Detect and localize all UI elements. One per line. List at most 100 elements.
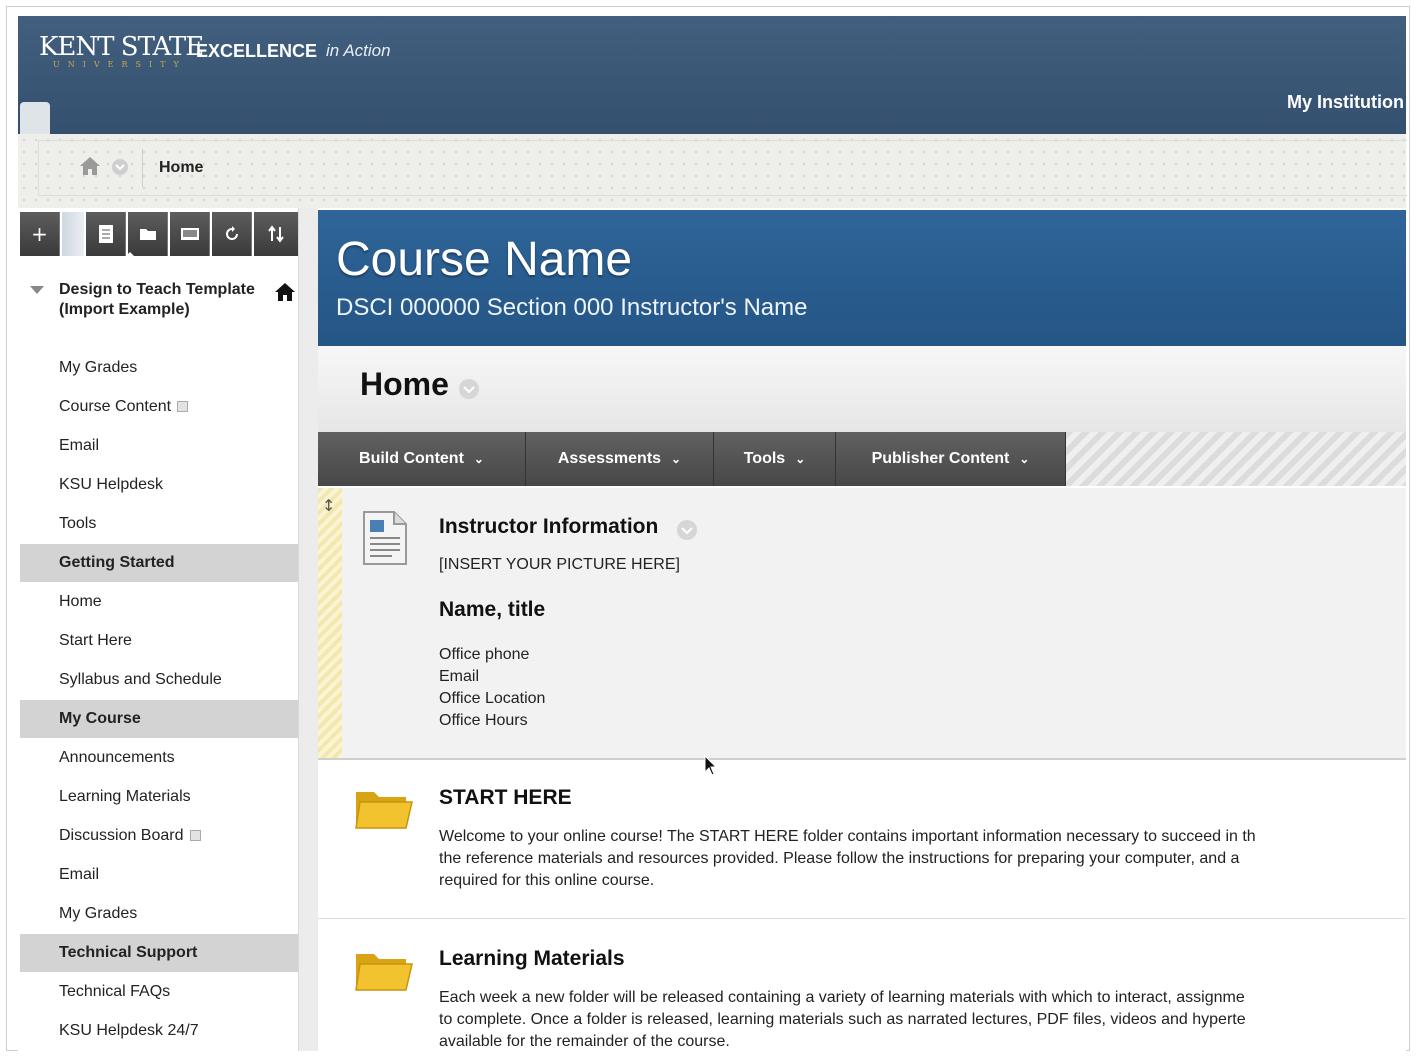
start-here-description: the reference materials and resources pr… [439, 850, 1240, 867]
window-icon [180, 228, 199, 240]
page-header: Home [318, 346, 1406, 432]
menu-item-my-grades-2[interactable]: My Grades [20, 895, 298, 933]
home-icon[interactable] [274, 282, 296, 302]
menu-item-learning-materials[interactable]: Learning Materials [20, 778, 298, 816]
menu-item-email[interactable]: Email [20, 427, 298, 465]
menu-item-label: Course Content [59, 398, 172, 415]
mouse-cursor-icon [704, 755, 718, 776]
sidebar-resize-bar[interactable] [298, 208, 319, 1051]
office-location-text: Office Location [439, 690, 546, 707]
menu-item-discussion-board[interactable]: Discussion Board [20, 817, 298, 855]
course-name: Course Name [336, 233, 633, 286]
list-view-button[interactable] [86, 212, 126, 256]
header-tab-handle[interactable] [20, 102, 50, 134]
action-label: Build Content [359, 450, 464, 467]
drag-handle-stripe[interactable] [318, 488, 342, 758]
office-phone-text: Office phone [439, 646, 530, 663]
action-label: Publisher Content [871, 450, 1010, 467]
menu-item-my-grades[interactable]: My Grades [20, 349, 298, 387]
instructor-name-title: Name, title [439, 598, 546, 621]
build-content-button[interactable]: Build Content ⌄ [318, 432, 526, 486]
folder-icon [355, 792, 413, 829]
add-menu-item-button[interactable]: + [20, 212, 60, 256]
breadcrumb: Home [38, 140, 1407, 196]
window-view-button[interactable] [170, 212, 210, 256]
chevron-down-icon: ⌄ [1019, 452, 1030, 466]
chevron-down-icon[interactable] [676, 519, 698, 541]
chevron-down-icon[interactable] [111, 158, 129, 176]
content-page-icon [177, 401, 189, 412]
action-bar-buttons: Build Content ⌄ Assessments ⌄ Tools ⌄ Publi… [318, 432, 1066, 486]
menu-header-technical-support: Technical Support [20, 934, 298, 972]
tools-button[interactable]: Tools ⌄ [714, 432, 836, 486]
menu-item-start-here[interactable]: Start Here [20, 622, 298, 660]
external-link-icon [189, 830, 201, 841]
breadcrumb-home[interactable]: Home [159, 159, 203, 177]
item-divider [318, 918, 1406, 919]
sort-arrows-icon [268, 225, 284, 243]
picture-placeholder-text: [INSERT YOUR PICTURE HERE] [439, 556, 680, 573]
menu-header-getting-started: Getting Started [20, 544, 298, 582]
breadcrumb-divider [142, 149, 143, 187]
menu-item-home[interactable]: Home [20, 583, 298, 621]
drag-handle-icon[interactable]: ↕ [322, 496, 335, 515]
menu-item-tools[interactable]: Tools [20, 505, 298, 543]
start-here-description: required for this online course. [439, 872, 655, 889]
publisher-content-button[interactable]: Publisher Content ⌄ [836, 432, 1066, 486]
course-menu-toolbar: + [20, 212, 298, 260]
office-hours-text: Office Hours [439, 712, 528, 729]
toolbar-spacer [62, 212, 84, 256]
learning-materials-description: to complete. Once a folder is released, … [439, 1011, 1246, 1028]
start-here-description: Welcome to your online course! The START… [439, 828, 1256, 845]
folder-view-button[interactable] [128, 212, 168, 256]
my-institution-tab[interactable]: My Institution [1287, 92, 1404, 113]
menu-header-my-course: My Course [20, 700, 298, 738]
list-view-icon [98, 225, 113, 243]
site-header: KENT STATE UNIVERSITY EXCELLENCE in Acti… [18, 16, 1406, 134]
tagline-excellence: EXCELLENCE [196, 41, 318, 61]
logo-university: UNIVERSITY [53, 60, 187, 69]
refresh-button[interactable] [212, 212, 252, 256]
course-title[interactable]: Design to Teach Template (Import Example… [59, 280, 259, 320]
kent-state-logo[interactable]: KENT STATE [39, 32, 204, 62]
tagline-in-action: in Action [326, 41, 391, 60]
action-bar: Build Content ⌄ Assessments ⌄ Tools ⌄ Publi… [318, 432, 1406, 486]
menu-item-ksu-helpdesk-24-7[interactable]: KSU Helpdesk 24/7 [20, 1012, 298, 1050]
menu-item-email-2[interactable]: Email [20, 856, 298, 894]
course-title-row: Design to Teach Template (Import Example… [18, 278, 298, 344]
action-label: Assessments [557, 450, 662, 467]
item-title-start-here[interactable]: START HERE [439, 786, 572, 810]
content-item-instructor: ↕ Instructor Information [INSERT YOUR PI… [318, 488, 1406, 760]
email-text: Email [439, 668, 480, 685]
document-icon [363, 511, 407, 565]
menu-item-announcements[interactable]: Announcements [20, 739, 298, 777]
page-title: Home [360, 366, 449, 402]
chevron-down-icon: ⌄ [795, 452, 806, 466]
refresh-icon [225, 226, 238, 240]
menu-item-course-content[interactable]: Course Content [20, 388, 298, 426]
course-banner: Course Name DSCI 000000 Section 000 Inst… [318, 210, 1406, 346]
course-menu: + Design to Teach Template (Import Examp… [18, 208, 319, 1051]
assessments-button[interactable]: Assessments ⌄ [526, 432, 714, 486]
chevron-down-icon: ⌄ [473, 452, 484, 466]
home-icon[interactable] [79, 156, 101, 176]
collapse-triangle-icon[interactable] [30, 286, 44, 294]
item-title-learning-materials[interactable]: Learning Materials [439, 947, 625, 971]
active-view-notch [122, 252, 138, 260]
folder-icon [139, 229, 156, 240]
menu-item-label: Discussion Board [59, 827, 184, 844]
breadcrumb-bar: Home [18, 134, 1407, 208]
reorder-button[interactable] [254, 212, 298, 256]
item-title-instructor[interactable]: Instructor Information [439, 515, 658, 539]
menu-item-technical-faqs[interactable]: Technical FAQs [20, 973, 298, 1011]
chevron-down-icon: ⌄ [671, 452, 682, 466]
folder-icon [355, 954, 413, 991]
chevron-down-icon[interactable] [458, 378, 480, 400]
menu-item-ksu-helpdesk[interactable]: KSU Helpdesk [20, 466, 298, 504]
learning-materials-description: available for the remainder of the cours… [439, 1033, 730, 1050]
menu-item-syllabus[interactable]: Syllabus and Schedule [20, 661, 298, 699]
course-subtitle: DSCI 000000 Section 000 Instructor's Nam… [336, 294, 808, 321]
main-content: Course Name DSCI 000000 Section 000 Inst… [318, 208, 1406, 1051]
action-label: Tools [743, 450, 786, 467]
learning-materials-description: Each week a new folder will be released … [439, 989, 1245, 1006]
